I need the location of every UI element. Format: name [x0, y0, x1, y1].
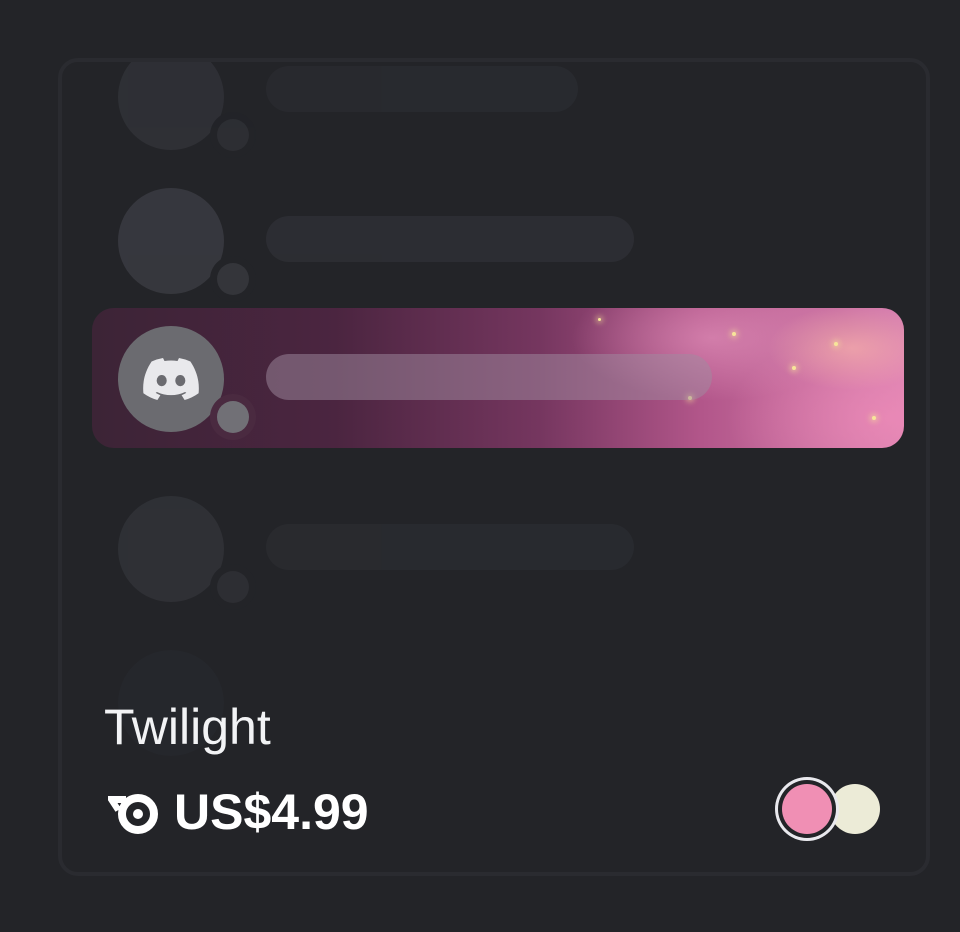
- placeholder-avatar: [118, 62, 224, 150]
- swatch-pink[interactable]: [782, 784, 832, 834]
- sparkle-decoration: [792, 366, 796, 370]
- placeholder-member-row: [92, 62, 904, 166]
- sparkle-decoration: [598, 318, 601, 321]
- orb-icon: [108, 794, 158, 834]
- nameplate-preview: [62, 62, 926, 756]
- placeholder-name-bar: [266, 354, 712, 400]
- swatch-cream[interactable]: [830, 784, 880, 834]
- placeholder-member-row: [92, 170, 904, 310]
- product-info: Twilight US$4.99: [104, 702, 886, 842]
- placeholder-avatar: [118, 188, 224, 294]
- placeholder-avatar: [118, 496, 224, 602]
- status-indicator: [210, 564, 256, 610]
- featured-avatar: [118, 326, 224, 432]
- status-indicator: [210, 256, 256, 302]
- sparkle-decoration: [872, 416, 876, 420]
- status-indicator: [210, 394, 256, 440]
- color-swatches: [768, 776, 886, 842]
- sparkle-decoration: [834, 342, 838, 346]
- product-card[interactable]: Twilight US$4.99: [58, 58, 930, 876]
- product-price: US$4.99: [174, 784, 369, 840]
- sparkle-decoration: [732, 332, 736, 336]
- featured-nameplate-row: [92, 308, 904, 448]
- placeholder-name-bar: [266, 524, 634, 570]
- discord-logo-icon: [143, 358, 199, 400]
- status-indicator: [210, 112, 256, 158]
- placeholder-name-bar: [266, 216, 634, 262]
- product-name: Twilight: [104, 699, 271, 755]
- placeholder-member-row: [92, 478, 904, 618]
- placeholder-name-bar: [266, 66, 578, 112]
